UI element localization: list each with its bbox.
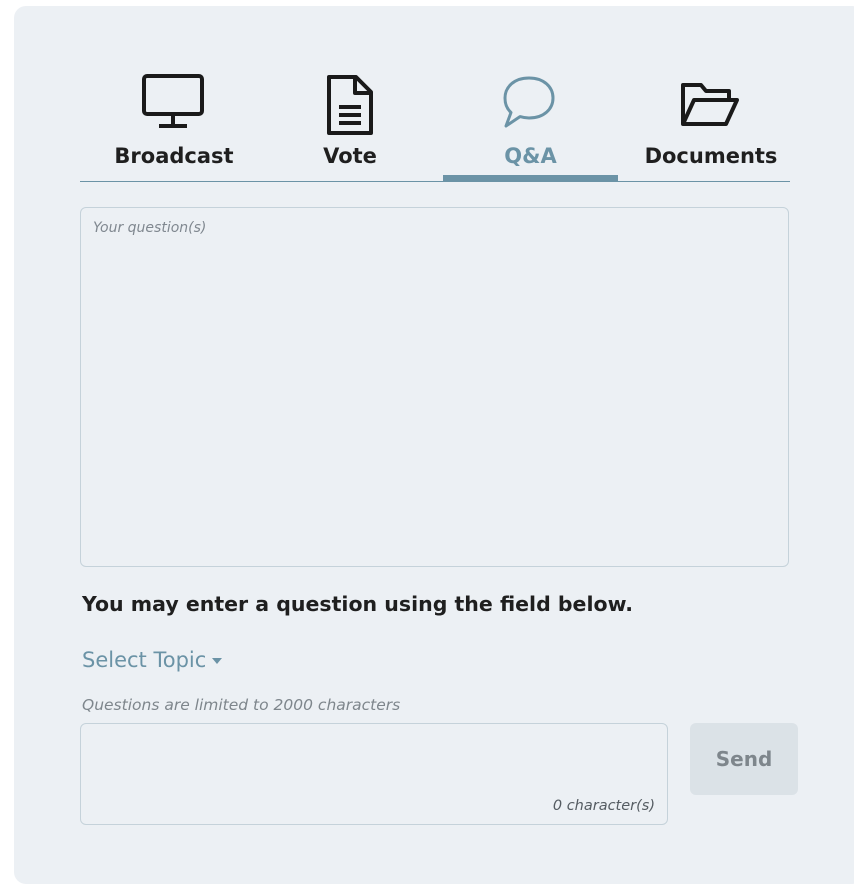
tab-bar: Broadcast Vote Q&A Documents (80, 68, 790, 182)
active-tab-indicator (443, 175, 618, 182)
monitor-icon (142, 74, 204, 128)
select-topic-dropdown[interactable]: Select Topic (82, 648, 223, 672)
character-count: 0 character(s) (552, 798, 655, 814)
tab-broadcast[interactable]: Broadcast (80, 68, 268, 181)
chevron-down-icon (212, 658, 223, 664)
folder-open-icon (681, 83, 739, 126)
instructions-text: You may enter a question using the field… (82, 592, 633, 616)
speech-bubble-icon (503, 76, 555, 128)
tab-label-broadcast: Broadcast (114, 144, 234, 168)
tab-qa[interactable]: Q&A (443, 68, 618, 182)
tab-label-documents: Documents (644, 144, 778, 168)
questions-list[interactable]: Your question(s) (80, 207, 789, 567)
question-input[interactable]: 0 character(s) (80, 723, 668, 825)
questions-placeholder: Your question(s) (93, 220, 207, 236)
select-topic-label: Select Topic (82, 648, 207, 672)
qa-panel: Broadcast Vote Q&A Documents Your questi… (14, 6, 854, 884)
tab-vote[interactable]: Vote (268, 68, 432, 181)
send-button[interactable]: Send (690, 723, 798, 795)
document-icon (327, 75, 373, 135)
character-limit-note: Questions are limited to 2000 characters (82, 696, 401, 714)
tab-documents[interactable]: Documents (632, 68, 790, 181)
tab-label-vote: Vote (323, 144, 377, 168)
tab-label-qa: Q&A (504, 144, 557, 168)
